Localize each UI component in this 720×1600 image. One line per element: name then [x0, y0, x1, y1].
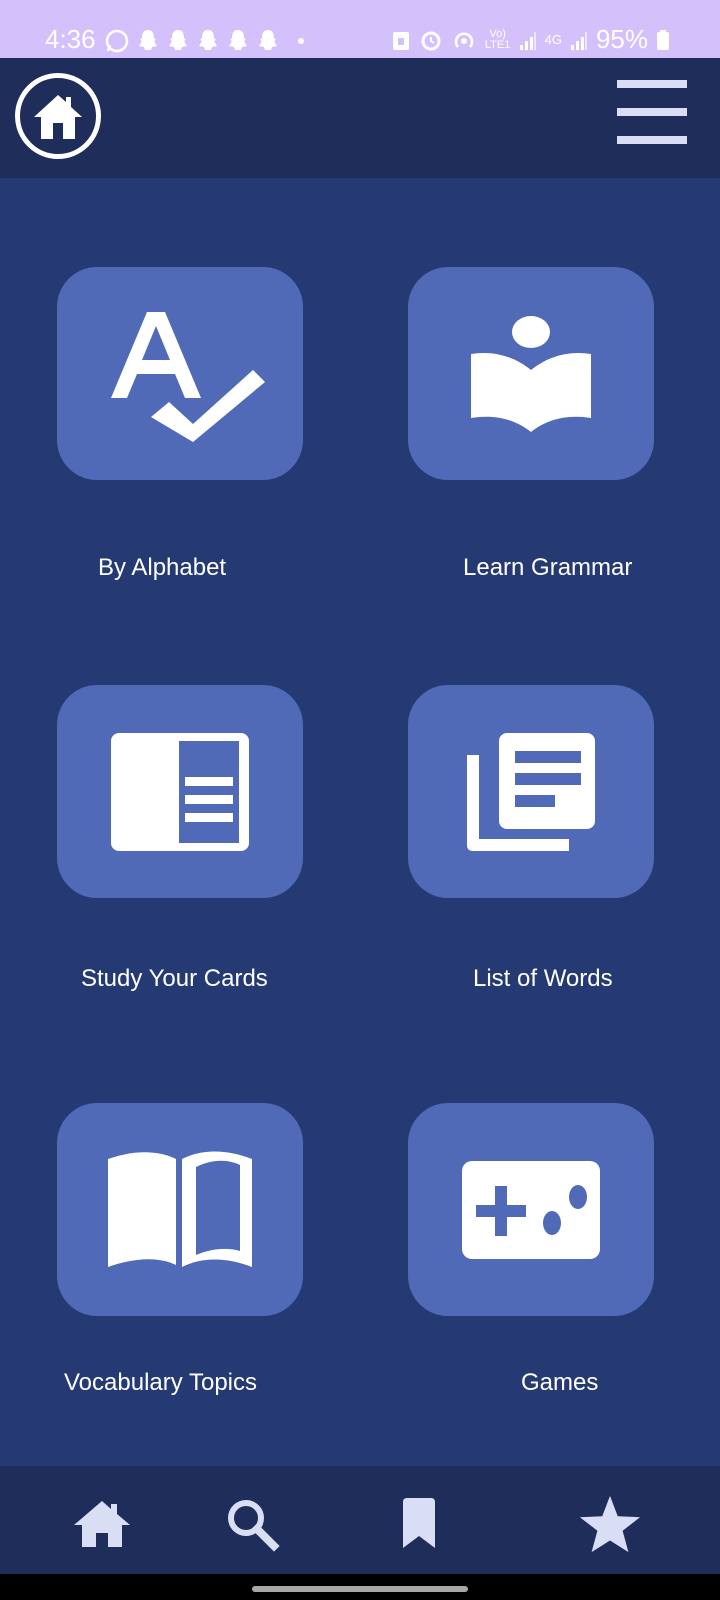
tile-label: Study Your Cards	[81, 965, 268, 992]
battery-percent: 95%	[595, 24, 648, 54]
tile-label: Games	[521, 1369, 599, 1396]
lock-sim-icon	[392, 31, 409, 50]
whatsapp-icon	[105, 29, 129, 53]
system-status-icons: Vo) LTE1 4G 95%	[391, 24, 670, 55]
battery-icon	[657, 29, 669, 50]
snapchat-icon	[139, 30, 157, 50]
alphabet-check-icon	[111, 311, 265, 442]
snapchat-icon	[169, 30, 187, 50]
alarm-icon	[421, 31, 441, 50]
nav-search[interactable]	[220, 1492, 284, 1556]
hamburger-menu-icon	[617, 80, 687, 88]
nav-favorites[interactable]	[578, 1492, 642, 1556]
tile-label: By Alphabet	[98, 554, 227, 581]
bottom-navigation	[0, 1466, 720, 1574]
signal-icon	[570, 31, 587, 50]
tile-learn-grammar[interactable]	[408, 267, 654, 480]
open-book-icon	[108, 1151, 252, 1267]
home-icon	[74, 1501, 130, 1547]
more-notifications-dot	[298, 38, 304, 44]
tile-label: Vocabulary Topics	[64, 1369, 258, 1396]
tile-vocabulary-topics[interactable]	[57, 1103, 303, 1316]
star-icon	[579, 1495, 641, 1553]
hamburger-menu-icon	[617, 136, 687, 144]
status-time: 4:36	[45, 24, 96, 54]
tile-list-of-words[interactable]	[408, 685, 654, 898]
gamepad-icon	[462, 1160, 600, 1259]
bookmark-icon	[403, 1498, 435, 1548]
nav-home[interactable]	[70, 1492, 134, 1556]
signal-icon	[519, 31, 536, 50]
nav-bookmark[interactable]	[387, 1492, 451, 1556]
search-icon	[228, 1500, 280, 1552]
network-type-label: 4G	[544, 32, 562, 47]
tile-label: Learn Grammar	[463, 554, 633, 581]
flashcard-icon	[111, 732, 249, 851]
tile-by-alphabet[interactable]	[57, 267, 303, 480]
hamburger-menu-icon	[617, 108, 687, 116]
snapchat-icon	[259, 30, 277, 50]
tile-label: List of Words	[473, 965, 613, 992]
reading-person-icon	[471, 315, 591, 432]
notification-icons	[104, 26, 304, 56]
volte-label: Vo) LTE1	[484, 27, 511, 51]
home-icon	[34, 95, 82, 139]
tile-games[interactable]	[408, 1103, 654, 1316]
snapchat-icon	[229, 30, 247, 50]
top-app-bar	[0, 58, 720, 178]
home-button[interactable]	[15, 73, 101, 159]
library-list-icon	[467, 732, 595, 851]
status-bar: 4:36 Vo) LTE1 4G 95%	[0, 0, 720, 58]
menu-button[interactable]	[617, 80, 687, 144]
app-screen: 4:36 Vo) LTE1 4G 95% By Alphabet Learn G…	[0, 0, 720, 1600]
gesture-handle[interactable]	[252, 1586, 468, 1592]
snapchat-icon	[199, 30, 217, 50]
system-gesture-bar	[0, 1574, 720, 1600]
hotspot-icon	[454, 31, 473, 48]
tile-study-your-cards[interactable]	[57, 685, 303, 898]
